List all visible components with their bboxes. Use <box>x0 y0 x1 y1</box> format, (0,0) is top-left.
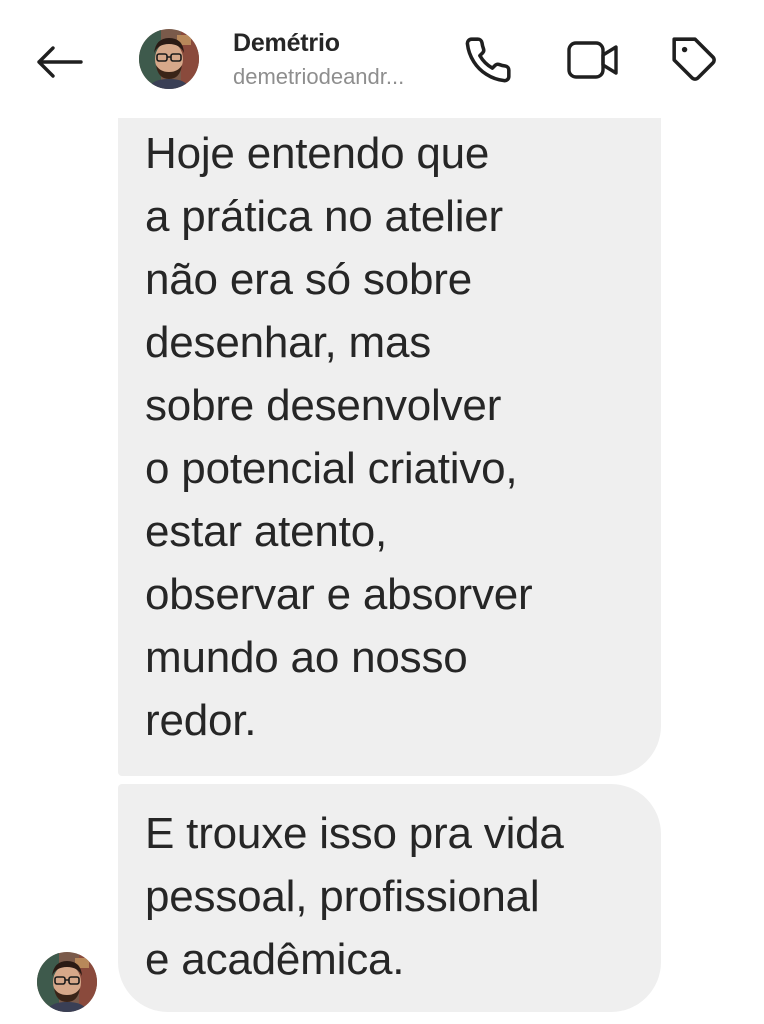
avatar-photo <box>37 952 97 1012</box>
phone-icon <box>465 37 511 83</box>
tag-icon <box>672 37 716 81</box>
message-text: E trouxe isso pra vida pessoal, profissi… <box>145 809 564 984</box>
chat-screen: Hoje entendo que a prática no atelier nã… <box>0 0 764 1024</box>
video-camera-icon <box>567 41 618 79</box>
message-bubble[interactable]: Hoje entendo que a prática no atelier nã… <box>118 100 661 776</box>
arrow-left-icon <box>37 46 83 78</box>
tag-button[interactable] <box>667 32 723 88</box>
message-bubble[interactable]: E trouxe isso pra vida pessoal, profissi… <box>118 784 661 1012</box>
video-call-button[interactable] <box>565 32 621 88</box>
avatar-photo <box>139 29 199 89</box>
contact-title[interactable]: Demétrio demetriodeandr... <box>233 26 443 94</box>
message-text: Hoje entendo que a prática no atelier nã… <box>145 129 533 745</box>
contact-handle: demetriodeandr... <box>233 64 405 89</box>
voice-call-button[interactable] <box>460 32 516 88</box>
contact-avatar[interactable] <box>139 29 199 89</box>
sender-avatar[interactable] <box>37 952 97 1012</box>
contact-name: Demétrio <box>233 29 340 57</box>
back-button[interactable] <box>28 38 90 86</box>
chat-header: Demétrio demetriodeandr... <box>0 0 764 118</box>
